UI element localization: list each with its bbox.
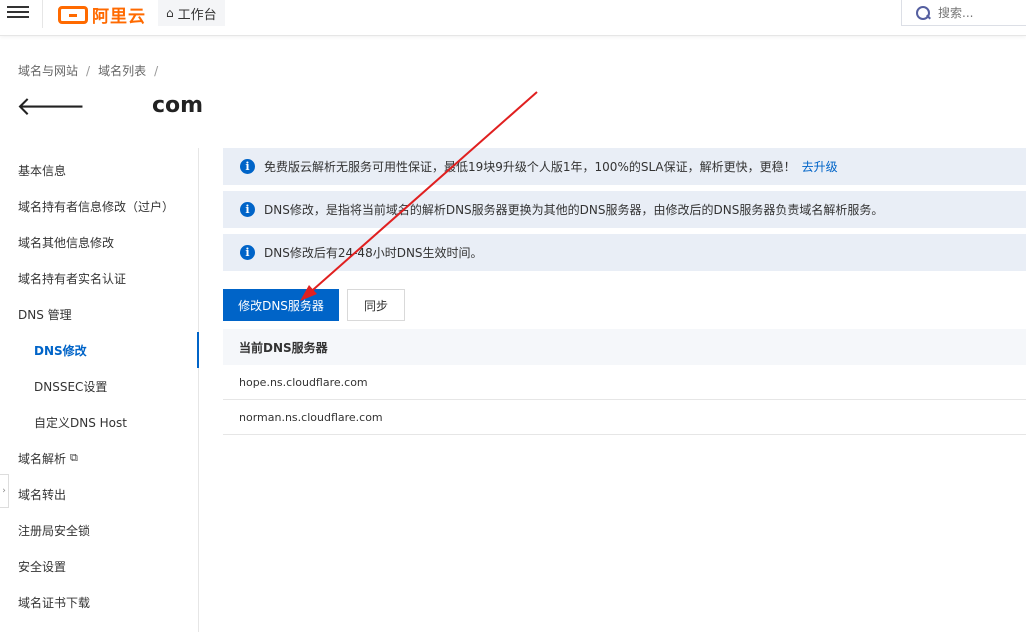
sidebar: 基本信息 域名持有者信息修改（过户） 域名其他信息修改 域名持有者实名认证 DN… <box>0 148 199 632</box>
sidebar-item-certificate-download[interactable]: 域名证书下载 <box>0 584 198 620</box>
workbench-button[interactable]: ⌂ 工作台 <box>158 0 225 26</box>
external-link-icon: ⧉ <box>70 451 78 464</box>
modify-dns-button[interactable]: 修改DNS服务器 <box>223 289 339 321</box>
sidebar-item-other-info[interactable]: 域名其他信息修改 <box>0 224 198 260</box>
info-icon: i <box>240 202 255 217</box>
logo-mark-icon <box>58 5 88 24</box>
menu-icon[interactable] <box>7 3 29 21</box>
brand-logo[interactable]: 阿里云 <box>58 2 146 27</box>
sync-button[interactable]: 同步 <box>347 289 405 321</box>
breadcrumb-separator: / <box>154 63 159 78</box>
table-row: hope.ns.cloudflare.com <box>223 365 1026 400</box>
notice-dns-propagation: i DNS修改后有24-48小时DNS生效时间。 <box>223 234 1026 271</box>
notice-text: DNS修改后有24-48小时DNS生效时间。 <box>264 246 483 260</box>
breadcrumb-separator: / <box>86 63 91 78</box>
sidebar-item-domain-resolution[interactable]: 域名解析 ⧉ <box>0 440 198 476</box>
home-icon: ⌂ <box>166 6 174 20</box>
notice-text: DNS修改，是指将当前域名的解析DNS服务器更换为其他的DNS服务器，由修改后的… <box>264 203 884 217</box>
breadcrumb: 域名与网站 / 域名列表 / <box>18 62 158 79</box>
sidebar-item-custom-dns-host[interactable]: 自定义DNS Host <box>0 404 198 440</box>
dns-server-table: 当前DNS服务器 hope.ns.cloudflare.com norman.n… <box>223 329 1026 435</box>
search-icon[interactable] <box>916 5 930 20</box>
sidebar-item-transfer-out[interactable]: 域名转出 <box>0 476 198 512</box>
upgrade-link[interactable]: 去升级 <box>802 158 838 175</box>
sidebar-item-basic-info[interactable]: 基本信息 <box>0 152 198 188</box>
search-input[interactable] <box>938 5 1008 20</box>
sidebar-item-security-settings[interactable]: 安全设置 <box>0 548 198 584</box>
sidebar-item-dnssec[interactable]: DNSSEC设置 <box>0 368 198 404</box>
notice-dns-explain: i DNS修改，是指将当前域名的解析DNS服务器更换为其他的DNS服务器，由修改… <box>223 191 1026 228</box>
brand-name: 阿里云 <box>92 7 146 27</box>
sidebar-item-dns-management[interactable]: DNS 管理 <box>0 296 198 332</box>
breadcrumb-item-domains-sites[interactable]: 域名与网站 <box>18 62 78 79</box>
breadcrumb-item-domain-list[interactable]: 域名列表 <box>98 62 146 79</box>
sidebar-item-holder-transfer[interactable]: 域名持有者信息修改（过户） <box>0 188 198 224</box>
sidebar-item-dns-modify[interactable]: DNS修改 <box>0 332 199 368</box>
sidebar-item-realname-auth[interactable]: 域名持有者实名认证 <box>0 260 198 296</box>
sidebar-collapse-handle[interactable]: › <box>0 474 9 508</box>
notice-text: 免费版云解析无服务可用性保证，最低19块9升级个人版1年，100%的SLA保证，… <box>264 160 796 174</box>
info-icon: i <box>240 159 255 174</box>
info-icon: i <box>240 245 255 260</box>
table-row: norman.ns.cloudflare.com <box>223 400 1026 435</box>
page-title: com <box>152 93 204 118</box>
search-box[interactable] <box>901 0 1026 26</box>
sidebar-item-label: 域名解析 <box>18 451 67 466</box>
workbench-label: 工作台 <box>177 7 217 23</box>
sidebar-item-registry-lock[interactable]: 注册局安全锁 <box>0 512 198 548</box>
back-arrow-icon[interactable]: 🡐 <box>16 92 86 122</box>
top-bar: 阿里云 ⌂ 工作台 <box>0 0 1026 36</box>
notice-upgrade: i 免费版云解析无服务可用性保证，最低19块9升级个人版1年，100%的SLA保… <box>223 148 1026 185</box>
table-header: 当前DNS服务器 <box>223 329 1026 365</box>
divider <box>42 0 43 28</box>
